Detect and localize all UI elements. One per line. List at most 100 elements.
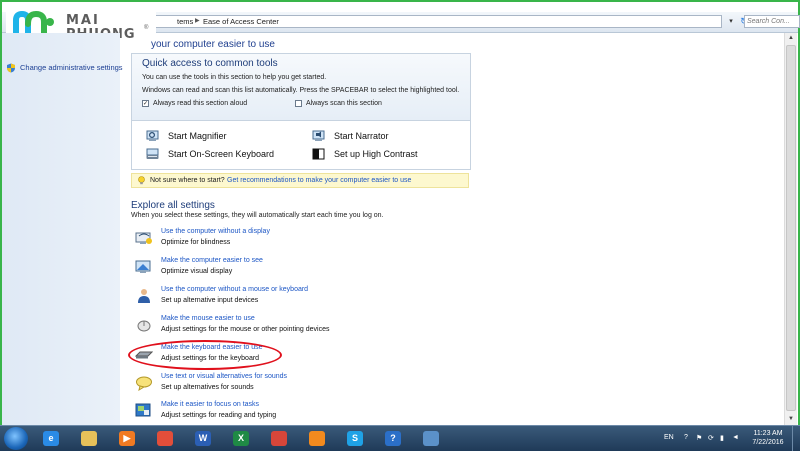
- paint-icon: [271, 431, 287, 446]
- get-recommendations-link[interactable]: Get recommendations to make your compute…: [227, 177, 411, 184]
- clock[interactable]: 11:23 AM 7/22/2016: [746, 429, 790, 447]
- scroll-thumb[interactable]: [786, 45, 796, 411]
- shield-icon: [7, 63, 15, 73]
- setting-mouse-easier[interactable]: Make the mouse easier to use Adjust sett…: [135, 315, 465, 339]
- control-panel-icon: [423, 431, 439, 446]
- setting-easier-to-see[interactable]: Make the computer easier to see Optimize…: [135, 257, 465, 281]
- focus-icon: [135, 403, 151, 417]
- tray-help-icon[interactable]: ?: [684, 434, 688, 441]
- setting-desc: Optimize for blindness: [161, 239, 231, 246]
- taskbar-internet-explorer-button[interactable]: e: [34, 428, 68, 449]
- firefox-icon: [309, 431, 325, 446]
- address-field[interactable]: tems ▶ Ease of Access Center: [132, 15, 722, 28]
- tray-flag-icon[interactable]: ⚑: [696, 434, 702, 442]
- scroll-down-icon[interactable]: ▼: [785, 414, 797, 425]
- taskbar-word-button[interactable]: W: [186, 428, 220, 449]
- explore-all-settings-title: Explore all settings: [131, 200, 215, 211]
- tool-label: Start Magnifier: [168, 131, 227, 141]
- tray-volume-icon[interactable]: ◄: [732, 434, 739, 441]
- always-read-checkbox[interactable]: ✓: [142, 100, 149, 107]
- clock-time: 11:23 AM: [753, 430, 783, 437]
- address-dropdown-icon[interactable]: ▾: [726, 16, 736, 28]
- setting-desc: Adjust settings for reading and typing: [161, 412, 277, 419]
- keyboard-icon: [146, 148, 159, 159]
- page-title: your computer easier to use: [151, 39, 275, 50]
- skype-icon: S: [347, 431, 363, 446]
- clock-date: 7/22/2016: [752, 439, 784, 446]
- left-navigation-pane: Change administrative settings: [2, 33, 123, 425]
- nav-item-label: Change administrative settings: [20, 63, 123, 72]
- chrome-icon: [157, 431, 173, 446]
- setting-link[interactable]: Make the computer easier to see: [161, 257, 263, 264]
- display-icon: [135, 232, 152, 244]
- quick-access-intro: You can use the tools in this section to…: [142, 74, 327, 81]
- tool-label: Start On-Screen Keyboard: [168, 149, 275, 159]
- breadcrumb-separator-icon[interactable]: ▶: [195, 17, 200, 24]
- language-indicator[interactable]: EN: [664, 434, 674, 441]
- taskbar-file-explorer-button[interactable]: [72, 428, 106, 449]
- setting-focus-on-tasks[interactable]: Make it easier to focus on tasks Adjust …: [135, 401, 465, 425]
- setting-without-display[interactable]: Use the computer without a display Optim…: [135, 228, 465, 252]
- taskbar-media-player-button[interactable]: ▶: [110, 428, 144, 449]
- tip-bar: Not sure where to start? Get recommendat…: [131, 173, 469, 188]
- setting-link[interactable]: Use the computer without a display: [161, 228, 270, 235]
- tip-text: Not sure where to start?: [150, 177, 225, 184]
- setting-sound-alternatives[interactable]: Use text or visual alternatives for soun…: [135, 373, 465, 397]
- setting-link[interactable]: Use the computer without a mouse or keyb…: [161, 286, 308, 293]
- nav-change-admin-settings[interactable]: Change administrative settings: [4, 61, 123, 75]
- start-on-screen-keyboard-button[interactable]: Start On-Screen Keyboard: [146, 148, 296, 162]
- magnifier-icon: [146, 130, 159, 141]
- explore-all-settings-desc: When you select these settings, they wil…: [131, 212, 384, 219]
- set-up-high-contrast-button[interactable]: Set up High Contrast: [312, 148, 462, 162]
- setting-link[interactable]: Make it easier to focus on tasks: [161, 401, 259, 408]
- mouse-icon: [137, 320, 151, 332]
- start-button[interactable]: [4, 427, 28, 450]
- taskbar-paint-button[interactable]: [262, 428, 296, 449]
- setting-link[interactable]: Use text or visual alternatives for soun…: [161, 373, 287, 380]
- taskbar-help-button[interactable]: ?: [376, 428, 410, 449]
- taskbar-excel-button[interactable]: X: [224, 428, 258, 449]
- show-desktop-button[interactable]: [792, 426, 799, 451]
- always-read-label[interactable]: Always read this section aloud: [153, 100, 247, 107]
- setting-link[interactable]: Make the mouse easier to use: [161, 315, 255, 322]
- tool-label: Set up High Contrast: [334, 149, 418, 159]
- media-player-icon: ▶: [119, 431, 135, 446]
- contrast-icon: [312, 148, 325, 160]
- help-icon: ?: [385, 431, 401, 446]
- keyboard-icon: [135, 351, 153, 359]
- logo-registered-mark: ®: [144, 25, 149, 31]
- file-explorer-icon: [81, 431, 97, 446]
- search-input[interactable]: Search Con...: [744, 15, 800, 28]
- excel-icon: X: [233, 431, 249, 446]
- scroll-up-icon[interactable]: ▲: [785, 33, 797, 44]
- setting-desc: Adjust settings for the mouse or other p…: [161, 326, 330, 333]
- always-scan-label[interactable]: Always scan this section: [306, 100, 382, 107]
- tray-network-icon[interactable]: ▮: [720, 434, 724, 442]
- setting-desc: Adjust settings for the keyboard: [161, 355, 260, 362]
- tool-label: Start Narrator: [334, 131, 389, 141]
- taskbar-firefox-button[interactable]: [300, 428, 334, 449]
- monitor-magnify-icon: [135, 260, 151, 273]
- logo-text-line1: MAI: [66, 13, 100, 28]
- lightbulb-icon: [138, 176, 145, 185]
- vertical-scrollbar[interactable]: ▲ ▼: [784, 33, 797, 425]
- breadcrumb-all-items[interactable]: tems: [177, 17, 193, 26]
- speech-bubble-icon: [136, 376, 152, 391]
- setting-link[interactable]: Make the keyboard easier to use: [161, 344, 263, 351]
- taskbar-skype-button[interactable]: S: [338, 428, 372, 449]
- setting-keyboard-easier[interactable]: Make the keyboard easier to use Adjust s…: [135, 344, 465, 368]
- quick-access-title: Quick access to common tools: [142, 58, 278, 69]
- breadcrumb-ease-of-access[interactable]: Ease of Access Center: [203, 17, 279, 26]
- internet-explorer-icon: e: [43, 431, 59, 446]
- start-magnifier-button[interactable]: Start Magnifier: [146, 130, 296, 144]
- quick-access-panel: Quick access to common tools You can use…: [131, 53, 471, 170]
- start-narrator-button[interactable]: Start Narrator: [312, 130, 462, 144]
- always-scan-checkbox[interactable]: [295, 100, 302, 107]
- setting-without-mouse-keyboard[interactable]: Use the computer without a mouse or keyb…: [135, 286, 465, 310]
- taskbar-chrome-button[interactable]: [148, 428, 182, 449]
- setting-desc: Set up alternatives for sounds: [161, 384, 254, 391]
- tray-sync-icon[interactable]: ⟳: [708, 434, 714, 442]
- narrator-icon: [312, 130, 325, 141]
- taskbar-control-panel-button[interactable]: [414, 428, 448, 449]
- main-content: your computer easier to use Quick access…: [121, 33, 781, 425]
